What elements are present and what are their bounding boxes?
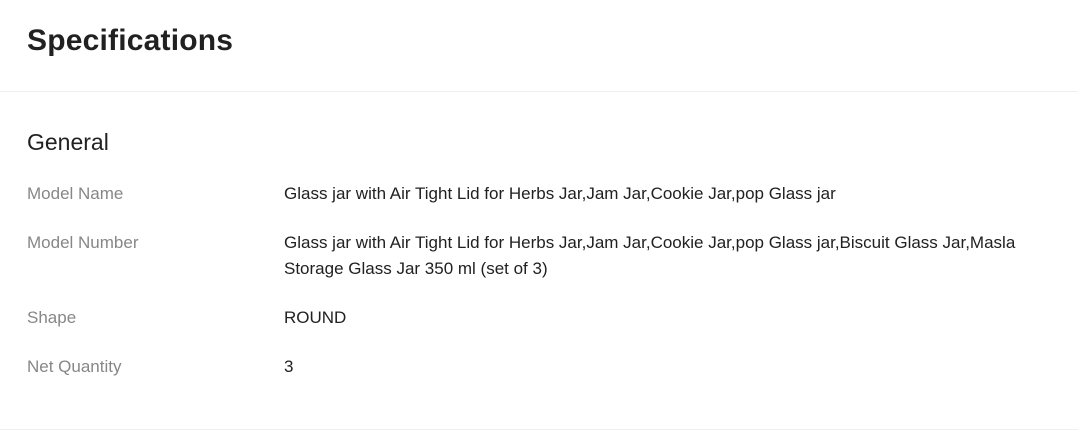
- spec-value: Glass jar with Air Tight Lid for Herbs J…: [284, 184, 836, 203]
- spec-value: 3: [284, 357, 294, 376]
- spec-value: ROUND: [284, 308, 347, 327]
- spec-row-net-quantity: Net Quantity 3: [27, 354, 1051, 380]
- spec-key: Model Number: [27, 233, 139, 252]
- spec-key: Model Name: [27, 184, 124, 203]
- spec-key: Shape: [27, 308, 77, 327]
- page-title: Specifications: [27, 24, 234, 57]
- spec-row-model-name: Model Name Glass jar with Air Tight Lid …: [27, 181, 1051, 207]
- general-section: General Model Name Glass jar with Air Ti…: [0, 92, 1078, 430]
- specifications-header: Specifications: [0, 0, 1078, 92]
- spec-row-shape: Shape ROUND: [27, 305, 1051, 331]
- spec-value: Glass jar with Air Tight Lid for Herbs J…: [284, 233, 1016, 278]
- spec-key: Net Quantity: [27, 357, 122, 376]
- spec-row-model-number: Model Number Glass jar with Air Tight Li…: [27, 230, 1051, 282]
- section-title: General: [27, 129, 109, 155]
